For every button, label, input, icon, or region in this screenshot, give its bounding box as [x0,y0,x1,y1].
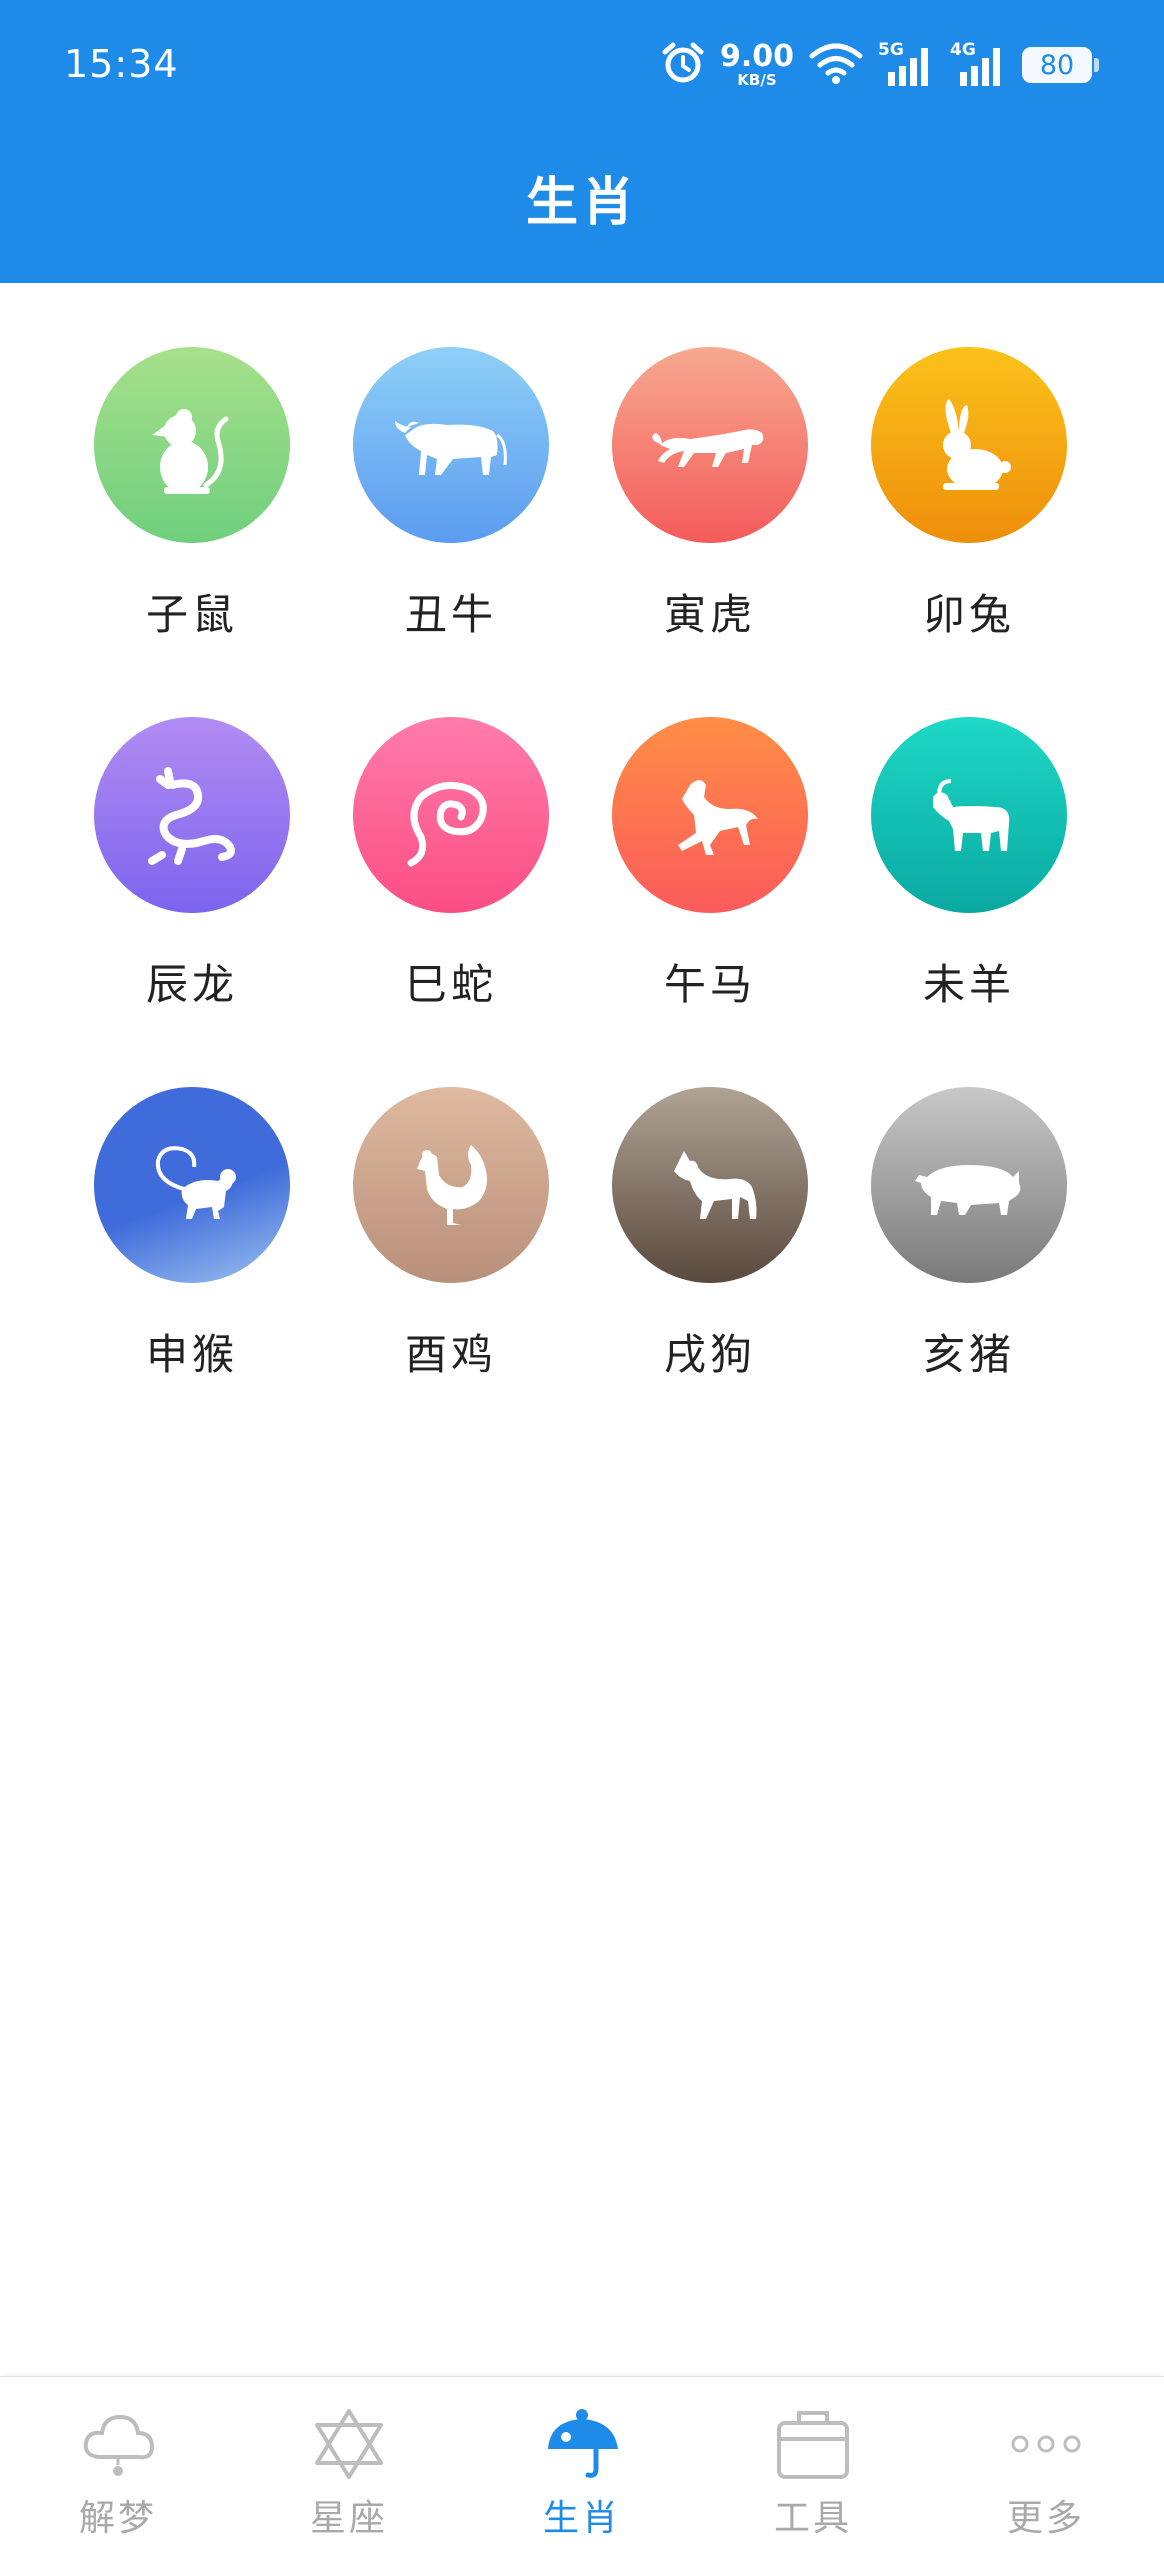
goat-icon [933,779,1010,851]
star-of-david-icon [309,2405,389,2483]
zodiac-circle [612,717,808,913]
zodiac-label: 子鼠 [145,590,238,639]
nav-item-horoscope[interactable]: 星座 [233,2377,465,2561]
zodiac-label: 丑牛 [404,590,497,639]
zodiac-circle [871,347,1067,543]
zodiac-circle [871,717,1067,913]
speed-unit: KB/S [737,71,777,89]
zodiac-label: 申猴 [145,1330,238,1379]
status-icons: 9.00 KB/S 5G 4G 80 [660,40,1099,90]
rooster-icon [417,1145,487,1225]
zodiac-item-dog[interactable]: 戌狗 [590,1087,830,1427]
nav-label: 生肖 [542,2498,621,2539]
cloud-icon [78,2405,158,2483]
nav-item-dream[interactable]: 解梦 [2,2377,234,2561]
rabbit-icon [943,399,1011,490]
zodiac-circle [353,717,549,913]
app-header: 15:34 9.00 KB/S 5G 4G 80 生肖 [0,0,1164,283]
zodiac-item-monkey[interactable]: 申猴 [72,1087,312,1427]
zodiac-item-horse[interactable]: 午马 [590,717,830,1057]
battery-icon: 80 [1022,47,1099,83]
zodiac-item-goat[interactable]: 未羊 [849,717,1089,1057]
nav-item-zodiac[interactable]: 生肖 [466,2377,698,2561]
nav-label: 解梦 [78,2498,157,2539]
zodiac-label: 酉鸡 [404,1330,497,1379]
nav-label: 工具 [773,2498,852,2539]
signal-4g-icon: 4G [950,40,1008,88]
zodiac-item-rooster[interactable]: 酉鸡 [331,1087,571,1427]
ox-icon [395,421,507,475]
status-time: 15:34 [64,42,179,86]
zodiac-label: 卯兔 [922,590,1015,639]
monkey-icon [155,1146,236,1219]
zodiac-item-rabbit[interactable]: 卯兔 [849,347,1089,687]
zodiac-circle [353,347,549,543]
tiger-icon [652,429,764,467]
zodiac-item-snake[interactable]: 巳蛇 [331,717,571,1057]
zodiac-label: 寅虎 [663,590,756,639]
zodiac-circle [612,1087,808,1283]
signal-5g-icon: 5G [878,40,936,88]
nav-label: 更多 [1006,2498,1085,2539]
speed-value: 9.00 [719,39,794,74]
bottom-nav: 解梦 星座 生肖 工具 更多 [0,2376,1164,2561]
zodiac-label: 巳蛇 [404,960,497,1009]
network-speed: 9.00 KB/S [720,42,794,88]
zodiac-label: 亥猪 [922,1330,1015,1379]
zodiac-circle [94,717,290,913]
page-title: 生肖 [525,172,638,233]
toolbox-icon [773,2405,853,2483]
pig-icon [915,1165,1021,1215]
nav-item-more[interactable]: 更多 [930,2377,1162,2561]
alarm-icon [660,40,706,90]
zodiac-label: 辰龙 [145,960,238,1009]
snake-icon [407,781,487,867]
status-bar: 15:34 9.00 KB/S 5G 4G 80 [0,0,1164,130]
wifi-icon [808,40,864,90]
rat-icon [152,409,229,494]
zodiac-label: 午马 [663,960,756,1009]
bird-icon [542,2405,622,2483]
zodiac-item-pig[interactable]: 亥猪 [849,1087,1089,1427]
zodiac-item-ox[interactable]: 丑牛 [331,347,571,687]
horse-icon [678,780,758,855]
zodiac-circle [612,347,808,543]
zodiac-item-rat[interactable]: 子鼠 [72,347,312,687]
zodiac-item-tiger[interactable]: 寅虎 [590,347,830,687]
zodiac-circle [94,1087,290,1283]
zodiac-circle [94,347,290,543]
dog-icon [674,1151,757,1219]
zodiac-item-dragon[interactable]: 辰龙 [72,717,312,1057]
dragon-icon [148,767,235,865]
battery-level: 80 [1039,49,1075,81]
zodiac-circle [871,1087,1067,1283]
nav-label: 星座 [309,2498,388,2539]
zodiac-label: 未羊 [922,960,1015,1009]
zodiac-circle [353,1087,549,1283]
zodiac-label: 戌狗 [663,1330,756,1379]
nav-item-tools[interactable]: 工具 [697,2377,929,2561]
more-dots-icon [1006,2405,1086,2483]
